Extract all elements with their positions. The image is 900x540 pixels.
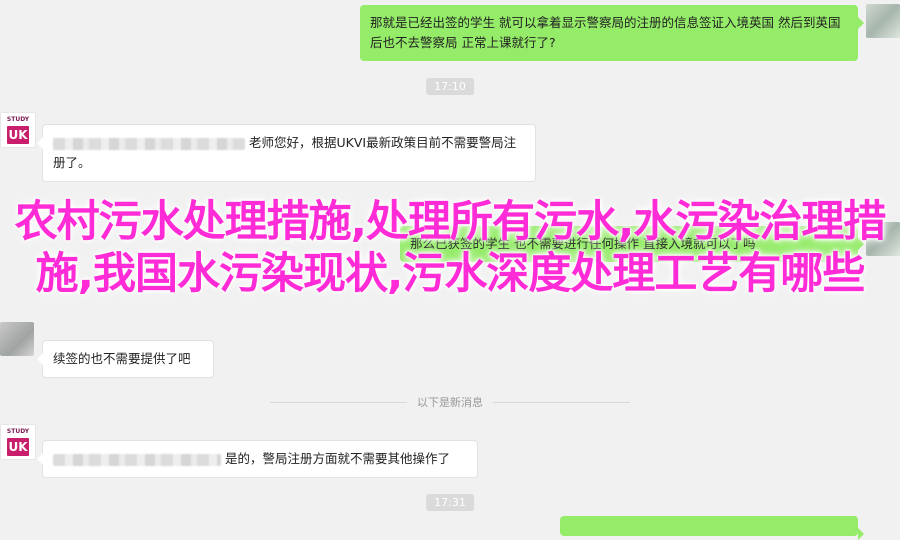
avatar[interactable]: STUDY UK xyxy=(0,112,36,148)
message-bubble-incoming[interactable]: 老师您好，根据UKVI最新政策目前不需要警局注册了。 xyxy=(37,124,536,182)
avatar[interactable] xyxy=(866,4,900,38)
redacted-text xyxy=(53,453,221,466)
message-bubble-outgoing[interactable] xyxy=(560,516,864,540)
avatar[interactable] xyxy=(0,322,34,356)
avatar-logo-text: STUDY xyxy=(6,116,30,123)
message-bubble-outgoing[interactable]: 那就是已经出签的学生 就可以拿着显示警察局的注册的信息签证入境英国 然后到英国后… xyxy=(360,5,864,61)
message-text: 那就是已经出签的学生 就可以拿着显示警察局的注册的信息签证入境英国 然后到英国后… xyxy=(370,15,841,50)
redacted-text xyxy=(53,137,245,150)
message-bubble-incoming[interactable]: 续签的也不需要提供了吧 xyxy=(37,340,214,378)
message-text: 续签的也不需要提供了吧 xyxy=(53,351,191,366)
avatar[interactable]: STUDY UK xyxy=(0,424,36,460)
message-bubble-incoming[interactable]: 是的，警局注册方面就不需要其他操作了 xyxy=(37,440,478,478)
timestamp: 17:31 xyxy=(426,494,474,511)
headline-overlay: 农村污水处理措施,处理所有污水,水污染治理措施,我国水污染现状,污水深度处理工艺… xyxy=(14,197,887,299)
new-messages-divider: 以下是新消息 xyxy=(270,394,630,410)
timestamp: 17:10 xyxy=(426,78,474,95)
divider-label: 以下是新消息 xyxy=(407,394,493,410)
avatar-logo-text: STUDY xyxy=(6,428,30,435)
message-text: 是的，警局注册方面就不需要其他操作了 xyxy=(224,451,450,466)
avatar-logo-mark: UK xyxy=(7,438,29,456)
avatar-logo-mark: UK xyxy=(7,126,29,144)
